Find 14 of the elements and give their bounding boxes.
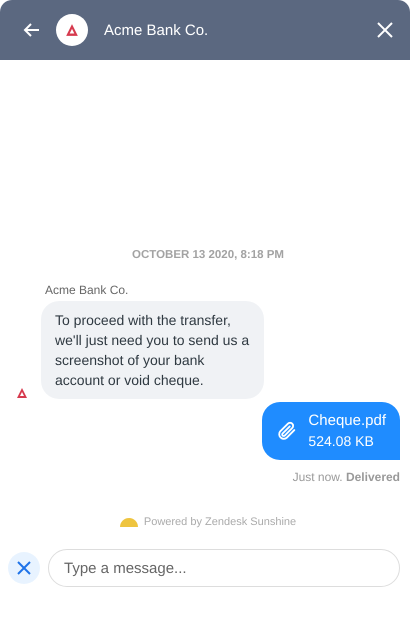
close-icon[interactable]: [376, 21, 394, 39]
file-attachment[interactable]: Cheque.pdf 524.08 KB: [262, 402, 400, 460]
date-separator: OCTOBER 13 2020, 8:18 PM: [132, 249, 284, 261]
sender-name: Acme Bank Co.: [45, 283, 128, 297]
close-icon: [17, 561, 31, 575]
delivery-status: Just now. Delivered: [292, 470, 400, 484]
logo-icon: [16, 387, 28, 399]
sun-icon: [120, 517, 138, 527]
message-input[interactable]: Type a message...: [48, 549, 400, 587]
message-bubble: To proceed with the transfer, we'll just need you to send us a screenshot of your bank account or void cheque.: [41, 301, 264, 399]
chat-title: Acme Bank Co.: [104, 22, 210, 38]
powered-by-text: Powered by Zendesk Sunshine: [144, 516, 296, 528]
close-button[interactable]: [8, 552, 40, 584]
logo-icon: [65, 23, 79, 37]
